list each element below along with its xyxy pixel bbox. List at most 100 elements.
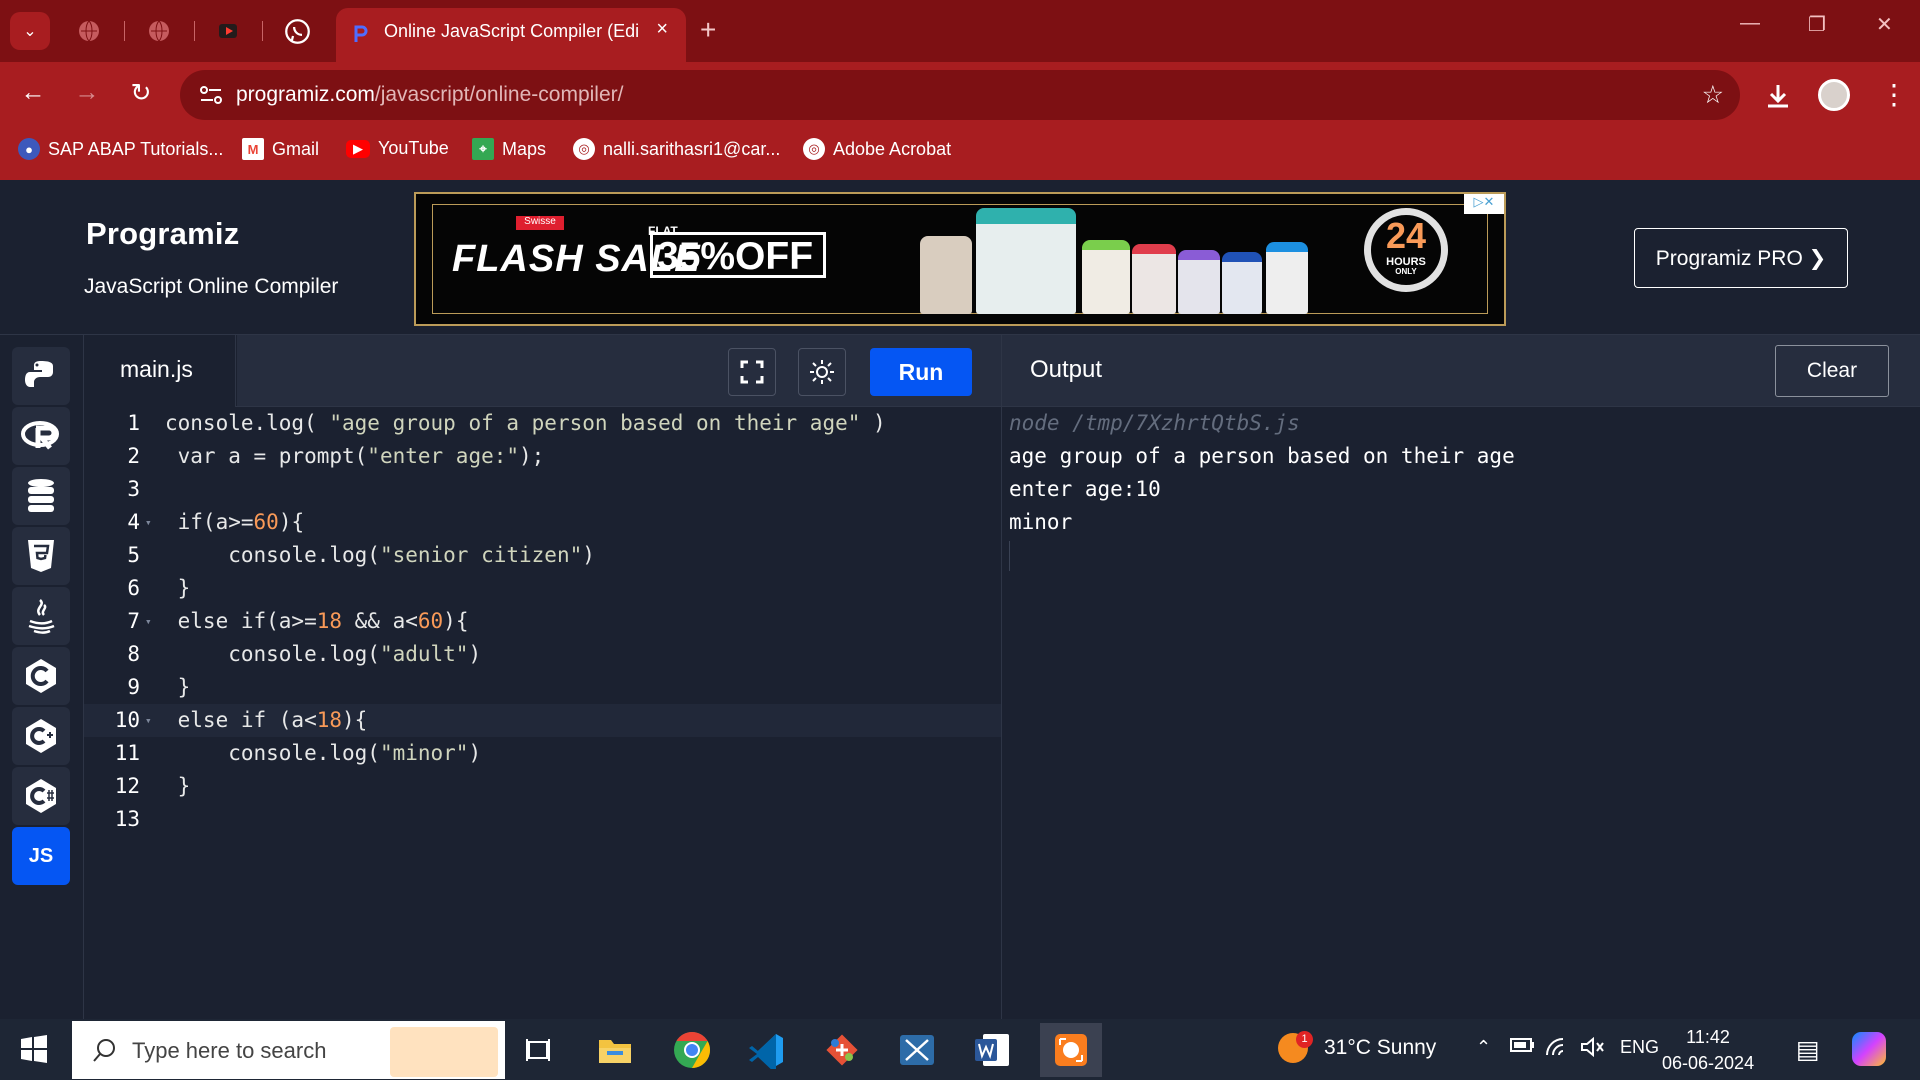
code-line[interactable]: 1 console.log( "age group of a person bas… bbox=[84, 407, 1001, 440]
tab-active[interactable]: Online JavaScript Compiler (Edi × bbox=[336, 8, 686, 62]
bookmarks-bar: ● SAP ABAP Tutorials... M Gmail ▶ YouTube ⌖… bbox=[0, 134, 1920, 168]
fold-arrow-icon[interactable]: ▾ bbox=[145, 506, 152, 539]
output-line: enter age:10 bbox=[1009, 477, 1161, 501]
output-console[interactable]: node /tmp/7XzhrtQtbS.js age group of a p… bbox=[1009, 407, 1515, 539]
code-line[interactable]: 7 ▾ else if(a>=18 && a<60){ bbox=[84, 605, 1001, 638]
tab-close-icon[interactable]: × bbox=[656, 18, 668, 41]
sql-database-icon[interactable] bbox=[12, 467, 70, 525]
git-client-icon[interactable] bbox=[815, 1023, 869, 1077]
output-line: minor bbox=[1009, 510, 1073, 534]
output-line: age group of a person based on their age bbox=[1009, 444, 1515, 468]
volume-muted-icon[interactable] bbox=[1580, 1036, 1605, 1062]
pinned-tab-2[interactable] bbox=[142, 14, 176, 48]
snipping-tool-icon[interactable] bbox=[890, 1023, 944, 1077]
task-view-icon[interactable] bbox=[512, 1023, 566, 1077]
code-line[interactable]: 4 ▾ if(a>=60){ bbox=[84, 506, 1001, 539]
programiz-pro-button[interactable]: Programiz PRO ❯ bbox=[1634, 228, 1848, 288]
fullscreen-button[interactable] bbox=[728, 348, 776, 396]
world-icon: ● bbox=[18, 138, 40, 160]
code-area[interactable]: 1 console.log( "age group of a person bas… bbox=[84, 407, 1001, 836]
bookmark-adobe[interactable]: ◎ Adobe Acrobat bbox=[803, 138, 951, 160]
screen-recorder-icon[interactable] bbox=[1040, 1023, 1102, 1077]
code-text: console.log( "age group of a person base… bbox=[165, 411, 886, 435]
html5-icon[interactable] bbox=[12, 527, 70, 585]
code-text: var a = prompt("enter age:"); bbox=[165, 444, 545, 468]
chrome-icon[interactable] bbox=[665, 1023, 719, 1077]
input-language[interactable]: ENG bbox=[1620, 1037, 1659, 1058]
windows-taskbar: Type here to search 1 31°C Sunny ⌃ ENG 1… bbox=[0, 1019, 1920, 1080]
product-bottle bbox=[976, 208, 1076, 314]
bookmark-email[interactable]: ◎ nalli.sarithasri1@car... bbox=[573, 138, 780, 160]
weather-alert-badge: 1 bbox=[1296, 1031, 1313, 1048]
code-line[interactable]: 2 var a = prompt("enter age:"); bbox=[84, 440, 1001, 473]
code-line[interactable]: 10 ▾ else if (a<18){ bbox=[84, 704, 1001, 737]
whatsapp-icon bbox=[284, 18, 310, 44]
notification-icon[interactable]: ▤ bbox=[1796, 1035, 1820, 1065]
file-explorer-icon[interactable] bbox=[588, 1023, 642, 1077]
bookmark-maps[interactable]: ⌖ Maps bbox=[472, 138, 546, 160]
word-icon[interactable] bbox=[965, 1023, 1019, 1077]
csharp-icon[interactable] bbox=[12, 767, 70, 825]
code-line[interactable]: 9 } bbox=[84, 671, 1001, 704]
bookmark-gmail[interactable]: M Gmail bbox=[242, 138, 319, 160]
battery-icon[interactable] bbox=[1510, 1037, 1535, 1058]
more-menu-icon[interactable]: ⋮ bbox=[1880, 78, 1908, 111]
pinned-tab-1[interactable] bbox=[72, 14, 106, 48]
bookmark-star-icon[interactable]: ☆ bbox=[1702, 80, 1724, 110]
restore-icon[interactable]: ❐ bbox=[1808, 12, 1826, 37]
bookmark-youtube[interactable]: ▶ YouTube bbox=[346, 138, 449, 159]
vscode-icon[interactable] bbox=[740, 1023, 794, 1077]
code-line[interactable]: 11 console.log("minor") bbox=[84, 737, 1001, 770]
weather-widget[interactable]: 31°C Sunny bbox=[1324, 1036, 1436, 1060]
java-icon[interactable] bbox=[12, 587, 70, 645]
bookmark-sap-abap[interactable]: ● SAP ABAP Tutorials... bbox=[18, 138, 223, 160]
minimize-icon[interactable]: — bbox=[1740, 12, 1760, 35]
forward-icon[interactable]: → bbox=[70, 78, 104, 107]
c-language-icon[interactable] bbox=[12, 647, 70, 705]
profile-avatar[interactable] bbox=[1818, 79, 1850, 111]
fold-arrow-icon[interactable]: ▾ bbox=[145, 605, 152, 638]
copilot-icon[interactable] bbox=[1852, 1032, 1886, 1066]
code-line[interactable]: 13 bbox=[84, 803, 1001, 836]
tab-main-js[interactable]: main.js bbox=[84, 335, 236, 407]
taskbar-clock[interactable]: 11:42 06-06-2024 bbox=[1662, 1024, 1754, 1076]
pinned-tab-whatsapp[interactable] bbox=[280, 14, 314, 48]
fold-arrow-icon[interactable]: ▾ bbox=[145, 704, 152, 737]
programiz-favicon bbox=[354, 25, 368, 42]
programiz-logo[interactable]: Programiz bbox=[86, 216, 239, 252]
cpp-icon[interactable] bbox=[12, 707, 70, 765]
reload-icon[interactable]: ↻ bbox=[124, 78, 158, 108]
window-close-icon[interactable]: ✕ bbox=[1876, 12, 1893, 37]
pinned-tab-3[interactable] bbox=[211, 14, 245, 48]
windows-start-button[interactable] bbox=[20, 1035, 48, 1063]
globe-bookmark-icon: ◎ bbox=[573, 138, 595, 160]
windows-logo-icon bbox=[21, 1035, 47, 1063]
download-icon[interactable] bbox=[1763, 81, 1793, 111]
ad-choices-icon[interactable]: ▷✕ bbox=[1464, 194, 1504, 214]
gmail-icon: M bbox=[242, 138, 264, 160]
code-line[interactable]: 5 console.log("senior citizen") bbox=[84, 539, 1001, 572]
video-site-icon bbox=[219, 24, 237, 38]
code-line[interactable]: 8 console.log("adult") bbox=[84, 638, 1001, 671]
new-tab-button[interactable]: + bbox=[700, 14, 716, 46]
run-button[interactable]: Run bbox=[870, 348, 972, 396]
line-number: 1 bbox=[127, 411, 140, 435]
advertisement[interactable]: Swisse FLASH SALE FLAT 35%OFF 24 HOURS O… bbox=[414, 192, 1506, 326]
address-bar[interactable]: programiz.com/javascript/online-compiler… bbox=[180, 70, 1740, 120]
code-line[interactable]: 3 bbox=[84, 473, 1001, 506]
javascript-icon[interactable]: JS bbox=[12, 827, 70, 885]
theme-toggle-button[interactable] bbox=[798, 348, 846, 396]
clear-button[interactable]: Clear bbox=[1775, 345, 1889, 397]
code-line[interactable]: 12 } bbox=[84, 770, 1001, 803]
code-line[interactable]: 6 } bbox=[84, 572, 1001, 605]
r-language-icon[interactable] bbox=[12, 407, 70, 465]
wifi-icon[interactable] bbox=[1545, 1037, 1571, 1062]
taskbar-search[interactable]: Type here to search bbox=[72, 1021, 505, 1079]
line-number: 9 bbox=[127, 675, 140, 699]
python-icon[interactable] bbox=[12, 347, 70, 405]
tab-search-button[interactable]: ⌄ bbox=[10, 12, 50, 50]
back-icon[interactable]: ← bbox=[16, 78, 50, 107]
product-bottle bbox=[1266, 242, 1308, 314]
url-text[interactable]: programiz.com/javascript/online-compiler… bbox=[236, 83, 623, 107]
show-hidden-icons[interactable]: ⌃ bbox=[1476, 1037, 1491, 1058]
